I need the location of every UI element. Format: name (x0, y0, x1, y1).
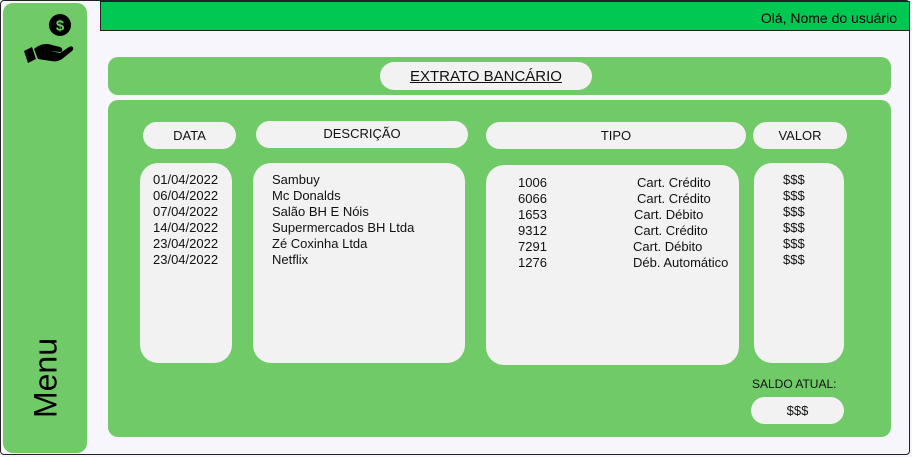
transaction-type-cell: Cart. Crédito (637, 175, 711, 190)
svg-text:$: $ (56, 18, 65, 35)
column-header-value: VALOR (753, 122, 847, 149)
transaction-code-cell: 9312 (518, 223, 547, 238)
description-cell: Mc Donalds (272, 188, 341, 203)
user-greeting[interactable]: Olá, Nome do usuário (761, 10, 897, 26)
transaction-type-cell: Cart. Crédito (637, 191, 711, 206)
description-cell: Netflix (272, 252, 309, 267)
date-cell: 06/04/2022 (153, 188, 219, 203)
date-cell: 23/04/2022 (153, 236, 219, 251)
transaction-code-cell: 6066 (518, 191, 547, 206)
transaction-type-cell: Cart. Crédito (634, 223, 708, 238)
date-cell: 01/04/2022 (153, 172, 219, 187)
balance-value: $$$ (751, 397, 844, 424)
transaction-code-cell: 1276 (518, 255, 547, 270)
transaction-code-cell: 1653 (518, 207, 547, 222)
top-bar: Olá, Nome do usuário (100, 1, 910, 31)
balance-label: SALDO ATUAL: (752, 377, 837, 391)
transaction-type-cell: Cart. Débito (634, 207, 704, 222)
description-cell: Supermercados BH Ltda (272, 220, 415, 235)
column-header-date: DATA (143, 122, 236, 149)
description-cell: Salão BH E Nóis (272, 204, 369, 219)
value-cell: $$$ (783, 204, 805, 219)
date-cell: 07/04/2022 (153, 204, 219, 219)
date-column-box: 01/04/2022 06/04/2022 07/04/2022 14/04/2… (140, 163, 232, 363)
value-cell: $$$ (783, 188, 805, 203)
value-cell: $$$ (783, 236, 805, 251)
description-cell: Zé Coxinha Ltda (272, 236, 368, 251)
description-column-box: Sambuy Mc Donalds Salão BH E Nóis Superm… (253, 163, 465, 363)
type-column-box: 1006 Cart. Crédito 6066 Cart. Crédito 16… (486, 165, 739, 365)
date-cell: 14/04/2022 (153, 220, 219, 235)
transaction-type-cell: Déb. Automático (633, 255, 729, 270)
date-cell: 23/04/2022 (153, 252, 219, 267)
column-header-description: DESCRIÇÃO (256, 121, 468, 148)
menu-label[interactable]: Menu (28, 338, 65, 418)
value-column-box: $$$ $$$ $$$ $$$ $$$ $$$ (754, 163, 844, 363)
page-title: EXTRATO BANCÁRIO (380, 62, 592, 90)
description-cell: Sambuy (272, 172, 320, 187)
sidebar: $ Menu (3, 3, 87, 453)
transaction-type-cell: Cart. Débito (633, 239, 703, 254)
column-header-type: TIPO (486, 122, 746, 149)
value-cell: $$$ (783, 172, 805, 187)
transaction-code-cell: 1006 (518, 175, 547, 190)
hand-coin-dollar-icon[interactable]: $ (22, 13, 74, 69)
transaction-code-cell: 7291 (518, 239, 547, 254)
value-cell: $$$ (783, 252, 805, 267)
value-cell: $$$ (783, 220, 805, 235)
